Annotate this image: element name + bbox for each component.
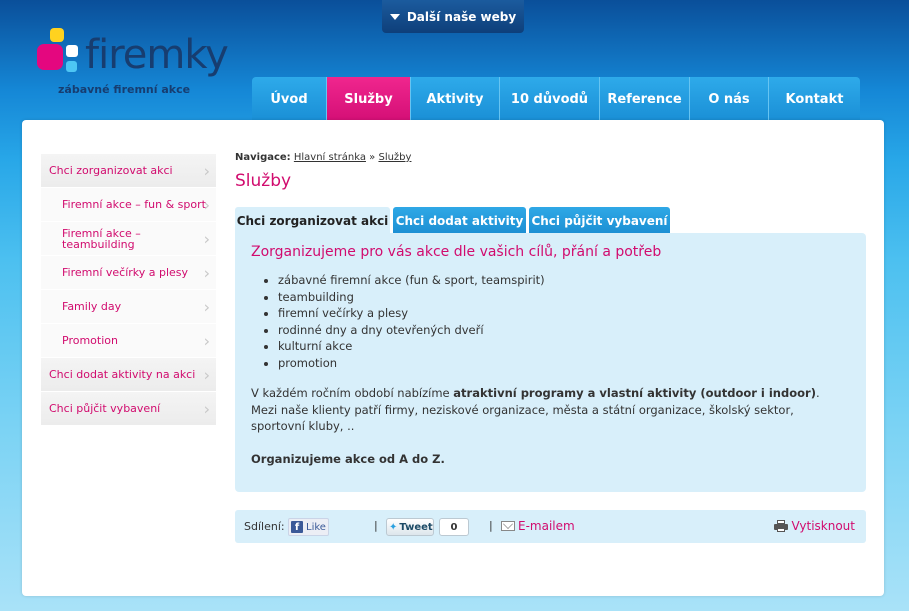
breadcrumb: Navigace: Hlavní stránka » Služby (235, 152, 411, 163)
share-bar: Sdílení: f Like | ✦ Tweet 0 | E-mailem V… (235, 510, 866, 543)
panel-paragraph-3: Organizujeme akce od A do Z. (251, 451, 445, 466)
services-list: zábavné firemní akce (fun & sport, teams… (278, 272, 850, 371)
share-separator: | (374, 519, 378, 532)
tweet-button[interactable]: ✦ Tweet (386, 518, 434, 536)
other-sites-dropdown[interactable]: Další naše weby (382, 0, 524, 33)
nav-item-reference[interactable]: Reference (600, 77, 690, 121)
sidebar-item-label: Chci půjčit vybavení (49, 402, 161, 415)
logo-square-pink (37, 44, 63, 70)
sidebar-item-label: Chci dodat aktivity na akci (49, 368, 196, 381)
para1-end: . (815, 386, 820, 400)
print-link[interactable]: Vytisknout (773, 519, 856, 533)
chevron-right-icon: › (203, 297, 210, 316)
envelope-icon (501, 521, 515, 531)
tab-zorganizovat-akci[interactable]: Chci zorganizovat akci (235, 207, 390, 234)
sidebar-item-promotion[interactable]: Promotion › (41, 324, 216, 358)
chevron-right-icon: › (203, 399, 210, 418)
chevron-right-icon: › (203, 331, 210, 350)
sidebar-item-vecirky[interactable]: Firemní večírky a plesy › (41, 256, 216, 290)
page-title: Služby (235, 171, 292, 191)
sidebar: Chci zorganizovat akci › Firemní akce – … (41, 154, 216, 426)
list-item: promotion (278, 355, 850, 372)
printer-icon (773, 520, 788, 532)
tab-panel: Zorganizujeme pro vás akce dle vašich cí… (235, 233, 866, 492)
sidebar-item-label: Firemní večírky a plesy (62, 266, 189, 279)
sidebar-item-label: Firemní akce – fun & sport (62, 198, 206, 211)
sidebar-item-family-day[interactable]: Family day › (41, 290, 216, 324)
logo-square-yellow (50, 28, 64, 42)
facebook-like-label: Like (306, 521, 326, 533)
sidebar-item-label: Firemní akce – teambuilding (62, 226, 141, 251)
chevron-right-icon: › (203, 229, 210, 248)
breadcrumb-current-link[interactable]: Služby (378, 152, 411, 163)
nav-item-sluzby[interactable]: Služby (327, 77, 411, 121)
sidebar-item-fun-sport[interactable]: Firemní akce – fun & sport › (41, 188, 216, 222)
nav-item-aktivity[interactable]: Aktivity (411, 77, 500, 121)
main-nav: Úvod Služby Aktivity 10 důvodů Reference… (252, 77, 860, 121)
print-label: Vytisknout (791, 519, 856, 533)
chevron-right-icon: › (203, 161, 210, 180)
list-item: teambuilding (278, 289, 850, 306)
sidebar-item-teambuilding[interactable]: Firemní akce – teambuilding › (41, 222, 216, 256)
sidebar-item-label: Promotion (62, 334, 118, 347)
content-tabs: Chci zorganizovat akci Chci dodat aktivi… (235, 207, 670, 234)
chevron-right-icon: › (203, 365, 210, 384)
list-item: firemní večírky a plesy (278, 305, 850, 322)
twitter-bird-icon: ✦ (389, 521, 398, 533)
email-share-link[interactable]: E-mailem (501, 519, 575, 533)
sidebar-item-label: Family day (62, 300, 122, 313)
breadcrumb-home-link[interactable]: Hlavní stránka (294, 152, 366, 163)
logo-square-white (66, 45, 78, 57)
tweet-count: 0 (439, 518, 469, 536)
para1-start: V každém ročním období nabízíme (251, 386, 454, 400)
sidebar-item-zorganizovat[interactable]: Chci zorganizovat akci › (41, 154, 216, 188)
logo-tagline: zábavné firemní akce (58, 83, 191, 96)
logo[interactable]: firemky zábavné firemní akce (36, 28, 229, 98)
tweet-label: Tweet (399, 521, 433, 533)
logo-wordmark: firemky (85, 32, 229, 78)
share-separator: | (489, 519, 493, 532)
panel-paragraph-1: V každém ročním období nabízíme atraktiv… (251, 385, 850, 435)
nav-item-o-nas[interactable]: O nás (690, 77, 769, 121)
list-item: kulturní akce (278, 338, 850, 355)
dropdown-arrow-icon (389, 13, 400, 20)
panel-paragraph-2: Mezi naše klienty patří firmy, neziskové… (251, 402, 794, 434)
other-sites-label: Další naše weby (406, 9, 517, 24)
list-item: zábavné firemní akce (fun & sport, teams… (278, 272, 850, 289)
panel-heading: Zorganizujeme pro vás akce dle vašich cí… (251, 244, 662, 260)
share-label: Sdílení: (244, 520, 285, 533)
breadcrumb-prefix: Navigace: (235, 152, 291, 163)
para1-bold: atraktivní programy a vlastní aktivity (… (453, 386, 816, 400)
chevron-right-icon: › (203, 263, 210, 282)
facebook-icon: f (291, 521, 303, 533)
nav-item-kontakt[interactable]: Kontakt (769, 77, 860, 121)
facebook-like-button[interactable]: f Like (288, 518, 329, 536)
tab-dodat-aktivity[interactable]: Chci dodat aktivity (393, 207, 526, 234)
logo-square-cyan (66, 61, 77, 72)
nav-item-10-duvodu[interactable]: 10 důvodů (500, 77, 600, 121)
nav-item-uvod[interactable]: Úvod (252, 77, 327, 121)
sidebar-item-label: Chci zorganizovat akci (49, 164, 173, 177)
list-item: rodinné dny a dny otevřených dveří (278, 322, 850, 339)
email-label: E-mailem (518, 519, 575, 533)
tab-pujcit-vybaveni[interactable]: Chci půjčit vybavení (529, 207, 670, 234)
sidebar-item-dodat-aktivity[interactable]: Chci dodat aktivity na akci › (41, 358, 216, 392)
sidebar-item-pujcit-vybaveni[interactable]: Chci půjčit vybavení › (41, 392, 216, 426)
chevron-right-icon: › (203, 195, 210, 214)
breadcrumb-separator: » (369, 152, 376, 163)
